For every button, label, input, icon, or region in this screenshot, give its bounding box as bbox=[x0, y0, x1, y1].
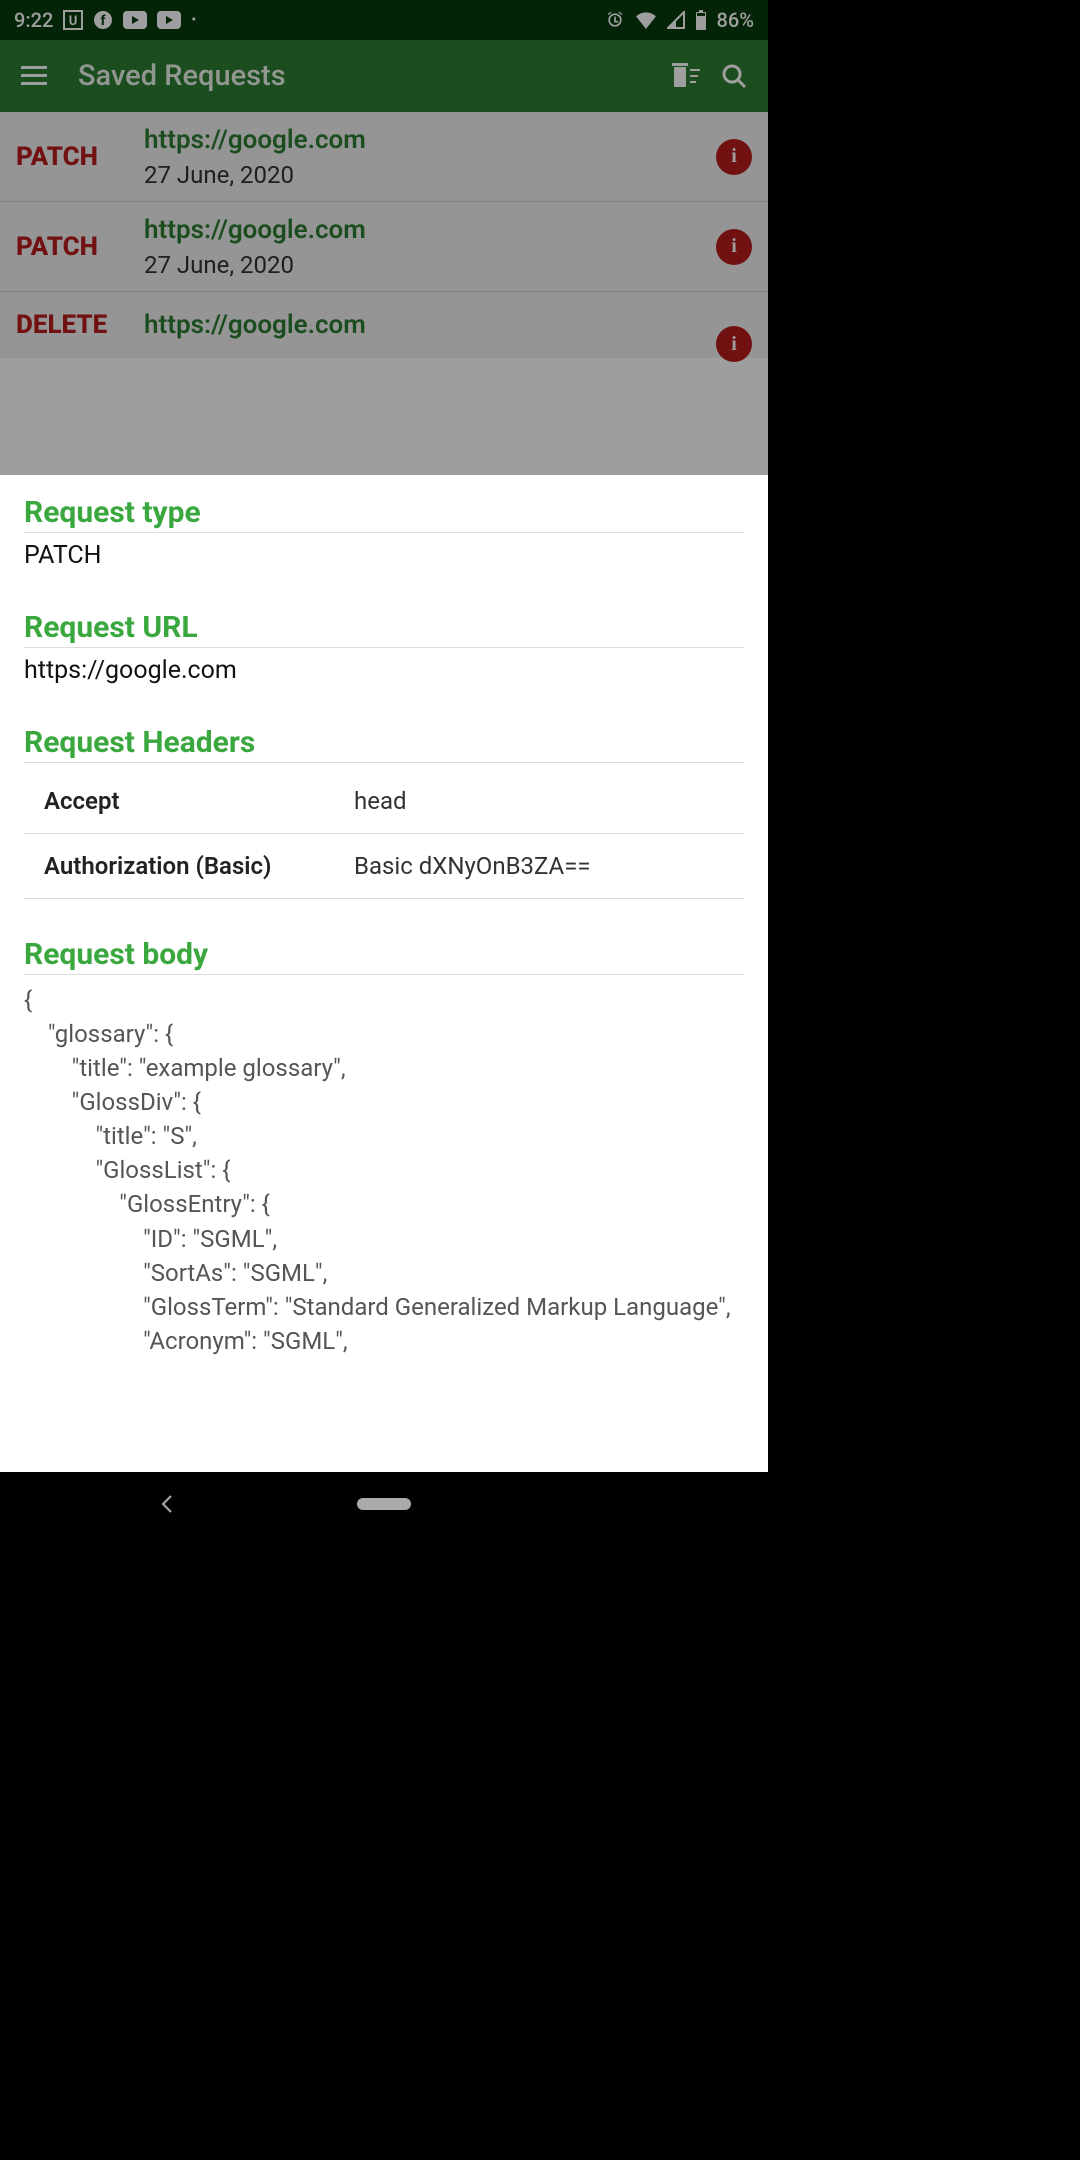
svg-text:U: U bbox=[69, 14, 78, 29]
battery-icon bbox=[695, 10, 707, 30]
page-title: Saved Requests bbox=[58, 59, 662, 93]
saved-request-row[interactable]: PATCH https://google.com 27 June, 2020 i bbox=[0, 112, 768, 202]
status-bar: 9:22 U f • bbox=[0, 0, 768, 40]
request-method: PATCH bbox=[16, 142, 144, 172]
search-icon bbox=[721, 63, 747, 89]
hamburger-icon bbox=[21, 66, 47, 86]
screen: 9:22 U f • bbox=[0, 0, 768, 1536]
header-key: Accept bbox=[24, 787, 354, 815]
request-type-value: PATCH bbox=[24, 541, 744, 570]
search-button[interactable] bbox=[710, 52, 758, 100]
more-notifications-dot-icon: • bbox=[191, 12, 196, 28]
request-date: 27 June, 2020 bbox=[144, 161, 716, 189]
saved-request-row[interactable]: DELETE https://google.com i bbox=[0, 292, 768, 358]
u-app-icon: U bbox=[63, 10, 83, 30]
chevron-left-icon bbox=[160, 1494, 174, 1514]
saved-requests-list: PATCH https://google.com 27 June, 2020 i… bbox=[0, 112, 768, 358]
request-url: https://google.com bbox=[144, 125, 716, 155]
section-title-body: Request body bbox=[24, 937, 744, 975]
trash-list-icon bbox=[672, 63, 700, 89]
alarm-icon bbox=[605, 10, 625, 30]
back-button[interactable] bbox=[160, 1494, 174, 1514]
header-value: Basic dXNyOnB3ZA== bbox=[354, 852, 744, 880]
info-icon[interactable]: i bbox=[716, 139, 752, 175]
section-title-url: Request URL bbox=[24, 610, 744, 648]
request-method: PATCH bbox=[16, 232, 144, 262]
section-title-headers: Request Headers bbox=[24, 725, 744, 763]
request-url: https://google.com bbox=[144, 215, 716, 245]
header-key: Authorization (Basic) bbox=[24, 852, 354, 880]
request-url: https://google.com bbox=[144, 310, 716, 340]
request-url-value: https://google.com bbox=[24, 656, 744, 685]
system-nav-bar bbox=[0, 1472, 768, 1536]
youtube-icon bbox=[157, 11, 181, 29]
request-body-value: { "glossary": { "title": "example glossa… bbox=[24, 983, 744, 1358]
header-row: Authorization (Basic) Basic dXNyOnB3ZA== bbox=[24, 834, 744, 899]
youtube-icon bbox=[123, 11, 147, 29]
header-row: Accept head bbox=[24, 769, 744, 834]
clear-button[interactable] bbox=[662, 52, 710, 100]
menu-button[interactable] bbox=[10, 52, 58, 100]
info-icon[interactable]: i bbox=[716, 229, 752, 265]
status-time: 9:22 bbox=[14, 8, 53, 32]
header-value: head bbox=[354, 787, 744, 815]
request-details-sheet[interactable]: Request type PATCH Request URL https://g… bbox=[0, 475, 768, 1472]
info-icon[interactable]: i bbox=[716, 326, 752, 362]
battery-percent: 86% bbox=[717, 8, 754, 32]
home-pill[interactable] bbox=[357, 1498, 411, 1510]
section-title-type: Request type bbox=[24, 495, 744, 533]
signal-icon bbox=[667, 11, 685, 29]
request-date: 27 June, 2020 bbox=[144, 251, 716, 279]
wifi-icon bbox=[635, 11, 657, 29]
app-bar: Saved Requests bbox=[0, 40, 768, 112]
headers-table: Accept head Authorization (Basic) Basic … bbox=[24, 769, 744, 899]
request-method: DELETE bbox=[16, 310, 144, 340]
facebook-icon: f bbox=[93, 10, 113, 30]
saved-request-row[interactable]: PATCH https://google.com 27 June, 2020 i bbox=[0, 202, 768, 292]
